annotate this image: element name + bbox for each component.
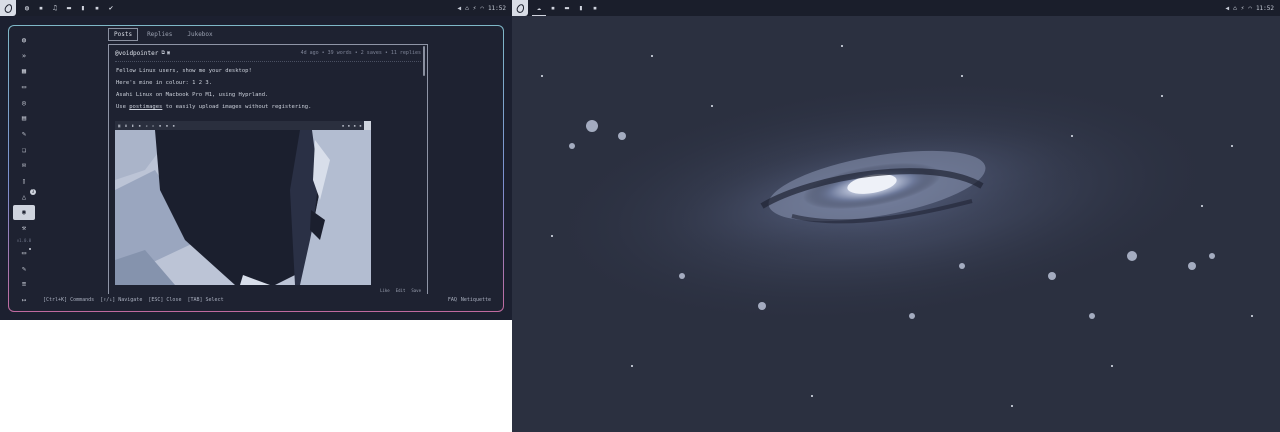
post-actions: Like Edit Save (380, 288, 421, 293)
wrench-icon[interactable]: ✎ (13, 261, 35, 277)
left-top-bar: ◍ ▪ ♫ ▬ ▮ ▪ ✔ ◀ ⌂ ⚡ ◠ 11:52 (0, 0, 512, 16)
terminal-icon[interactable]: ▪ (588, 0, 602, 16)
workspace-list: ◍ ▪ ♫ ▬ ▮ ▪ ✔ (20, 0, 118, 16)
battery-icon[interactable]: ⚡ (473, 5, 477, 12)
hint-close: [ESC] Close (148, 297, 182, 303)
image-workspace-icons: ▣ ▮ ▮ ▪ ◂ ▸ ▪ ▪ ▪ (118, 123, 176, 128)
post-line: Here's mine in colour: 1 2 3. (116, 80, 213, 86)
profile-icon[interactable]: ◉ (13, 204, 35, 221)
divider (115, 61, 421, 62)
terminal-icon[interactable]: ▪ (90, 0, 104, 16)
launcher-button[interactable] (512, 0, 528, 16)
bookmark-icon[interactable]: ▯ (13, 173, 35, 189)
logo-icon (514, 2, 526, 14)
tab-jukebox[interactable]: Jukebox (181, 28, 218, 41)
logo-icon (2, 2, 14, 14)
post-header: @voidpointer ⧉ ▣ 4d ago • 39 words • 2 s… (115, 50, 421, 57)
workspace-list: ☁ ▪ ▬ ▮ ▪ (532, 0, 602, 16)
galaxy-wallpaper (512, 16, 1280, 432)
hammer-icon[interactable]: ⚒ (13, 220, 35, 236)
hint-select: [TAB] Select (187, 297, 224, 303)
right-top-bar: ☁ ▪ ▬ ▮ ▪ ◀ ⌂ ⚡ ◠ 11:52 (512, 0, 1280, 16)
post-image[interactable]: ▣ ▮ ▮ ▪ ◂ ▸ ▪ ▪ ▪ ▪ ▪ ▪ ▪ ▪ ▪▪ ▪▪ ▪▪ (115, 121, 371, 285)
home-icon[interactable]: ⌂ (1233, 5, 1237, 12)
grid-icon[interactable]: ▦ (13, 63, 35, 79)
layout-icon[interactable]: ▤ (13, 110, 35, 126)
system-tray: ◀ ⌂ ⚡ ◠ 11:52 (457, 5, 512, 12)
system-tray: ◀ ⌂ ⚡ ◠ 11:52 (1225, 5, 1280, 12)
post-line: Use postimages to easily upload images w… (116, 104, 311, 110)
volume-icon[interactable]: ◀ (1225, 5, 1229, 12)
home-icon[interactable]: ⌂ (465, 5, 469, 12)
battery-icon[interactable]: ⚡ (1241, 5, 1245, 12)
copy-icon[interactable]: ⧉ (161, 50, 165, 57)
like-button[interactable]: Like (380, 288, 390, 293)
left-monitor: ◍ ▪ ♫ ▬ ▮ ▪ ✔ ◀ ⌂ ⚡ ◠ 11:52 ◍ » ▦ ▭ ◎ ▤ … (0, 0, 512, 320)
post-username[interactable]: @voidpointer (115, 50, 158, 57)
globe-icon[interactable]: ◍ (13, 32, 35, 48)
portrait-art (115, 130, 371, 285)
notification-badge: 3 (30, 188, 36, 195)
chat-icon[interactable]: ▪ (546, 0, 560, 16)
version-label: v1.0.0 (16, 238, 32, 244)
bookmark-icon[interactable]: ▮ (574, 0, 588, 16)
hint-commands: [Ctrl+K] Commands (43, 297, 95, 303)
faq-link[interactable]: FAQ (448, 297, 457, 303)
post-line: Fellow Linux users, show me your desktop… (116, 68, 252, 74)
launcher-button[interactable] (0, 0, 16, 16)
post-line-suffix: to easily upload images without register… (162, 104, 312, 110)
sidebar: ◍ » ▦ ▭ ◎ ▤ ✎ ❏ ✉ ▯ △ 3 ◉ ⚒ v1.0.0 ▭ ✎ ≡… (13, 32, 36, 308)
monitor-icon[interactable]: ▭ (13, 245, 35, 261)
clock: 11:52 (1255, 4, 1274, 12)
bookmark-icon[interactable]: ▮ (76, 0, 90, 16)
cloud-icon[interactable]: ☁ (532, 0, 546, 16)
globe-icon[interactable]: ◍ (20, 0, 34, 16)
image-corner (364, 121, 371, 130)
chat-icon[interactable]: ▪ (34, 0, 48, 16)
tab-replies[interactable]: Replies (141, 28, 178, 41)
brush-icon[interactable]: ✔ (104, 0, 118, 16)
image-topbar: ▣ ▮ ▮ ▪ ◂ ▸ ▪ ▪ ▪ ▪ ▪ ▪ ▪ ▪ (115, 121, 371, 130)
target-icon[interactable]: ◎ (13, 95, 35, 111)
menu-icon[interactable]: ≡ (13, 277, 35, 293)
post-card: @voidpointer ⧉ ▣ 4d ago • 39 words • 2 s… (108, 44, 428, 294)
right-monitor: ☁ ▪ ▬ ▮ ▪ ◀ ⌂ ⚡ ◠ 11:52 (512, 0, 1280, 432)
bell-icon[interactable]: △ 3 (13, 188, 36, 205)
netiquette-link[interactable]: Netiquette (461, 297, 491, 303)
scrollbar[interactable] (423, 46, 425, 76)
status-bar: [Ctrl+K] Commands [↑/↓] Navigate [ESC] C… (43, 295, 491, 305)
avatar-icon: ▣ (166, 50, 170, 56)
status-links: FAQ Netiquette (448, 297, 491, 303)
folder-icon[interactable]: ▬ (62, 0, 76, 16)
tab-posts[interactable]: Posts (108, 28, 139, 41)
terminal-window: ◍ » ▦ ▭ ◎ ▤ ✎ ❏ ✉ ▯ △ 3 ◉ ⚒ v1.0.0 ▭ ✎ ≡… (8, 25, 504, 312)
wifi-icon[interactable]: ◠ (1248, 5, 1252, 12)
wifi-icon[interactable]: ◠ (480, 5, 484, 12)
folder-icon[interactable]: ▬ (560, 0, 574, 16)
logout-icon[interactable]: ↦ (13, 292, 35, 308)
tab-bar: Posts Replies Jukebox (108, 28, 219, 41)
mail-icon[interactable]: ✉ (13, 158, 35, 174)
edit-icon[interactable]: ✎ (13, 126, 35, 142)
music-icon[interactable]: ♫ (48, 0, 62, 16)
hint-navigate: [↑/↓] Navigate (100, 297, 143, 303)
post-line-prefix: Use (116, 104, 130, 110)
volume-icon[interactable]: ◀ (457, 5, 461, 12)
image-content (115, 130, 371, 285)
folder-icon[interactable]: ▭ (13, 79, 35, 95)
chat-icon[interactable]: ❏ (13, 142, 35, 158)
status-dot (29, 248, 31, 251)
save-button[interactable]: Save (411, 288, 421, 293)
post-line: Asahi Linux on Macbook Pro M1, using Hyp… (116, 92, 269, 98)
post-meta: 4d ago • 39 words • 2 saves • 11 replies (300, 50, 421, 56)
edit-button[interactable]: Edit (396, 288, 406, 293)
clock: 11:52 (487, 4, 506, 12)
expand-icon[interactable]: » (13, 48, 35, 64)
postimages-link[interactable]: postimages (129, 104, 162, 110)
